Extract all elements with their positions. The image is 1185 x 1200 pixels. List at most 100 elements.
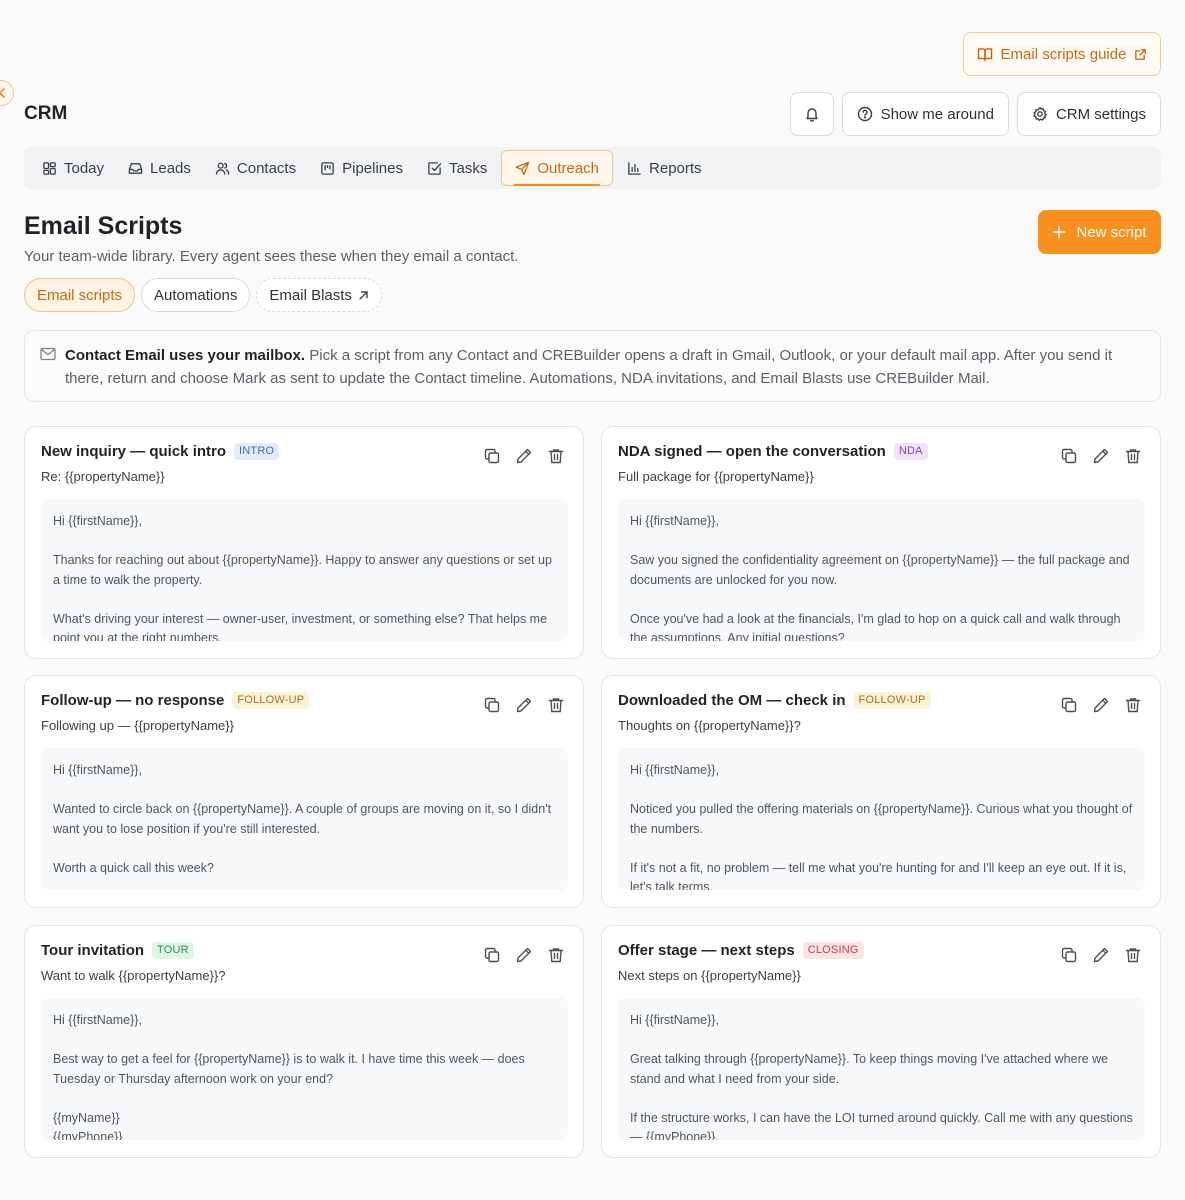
tab-reports[interactable]: Reports — [617, 151, 712, 185]
body-paragraph: If it's not a fit, no problem — tell me … — [630, 860, 1127, 891]
crm-settings-button[interactable]: CRM settings — [1016, 92, 1161, 136]
trash-icon[interactable] — [547, 447, 565, 465]
script-category-badge: FOLLOW-UP — [232, 692, 310, 709]
trash-icon[interactable] — [1124, 946, 1142, 964]
script-card[interactable]: Downloaded the OM — check in FOLLOW-UP T… — [601, 675, 1161, 908]
tab-label: Leads — [150, 159, 191, 177]
copy-icon[interactable] — [1060, 696, 1078, 714]
script-body-preview: Hi {{firstName}}, Noticed you pulled the… — [618, 748, 1145, 890]
tab-pipelines[interactable]: Pipelines — [310, 151, 413, 185]
bell-icon — [804, 106, 820, 122]
tab-outreach[interactable]: Outreach — [501, 150, 614, 186]
body-paragraph: Hi {{firstName}}, — [53, 514, 142, 528]
script-subject: Full package for {{propertyName}} — [618, 469, 814, 484]
main-tabs: Today Leads Contacts Pipelines Tasks Out… — [24, 147, 1161, 189]
body-paragraph: What's driving your interest — owner-use… — [53, 611, 548, 642]
copy-icon[interactable] — [483, 946, 501, 964]
tab-label: Today — [64, 159, 105, 177]
script-subject: Want to walk {{propertyName}}? — [41, 968, 226, 983]
script-subject: Thoughts on {{propertyName}}? — [618, 718, 801, 733]
copy-icon[interactable] — [1060, 946, 1078, 964]
outreach-subtabs: Email scripts Automations Email Blasts — [24, 278, 382, 312]
pencil-icon[interactable] — [1092, 946, 1110, 964]
tab-label: Outreach — [537, 159, 600, 177]
dashboard-icon — [42, 161, 57, 176]
script-category-badge: FOLLOW-UP — [853, 692, 931, 709]
script-subject: Re: {{propertyName}} — [41, 469, 165, 484]
trash-icon[interactable] — [547, 946, 565, 964]
header-actions: Show me around CRM settings — [789, 92, 1161, 136]
inbox-icon — [128, 161, 143, 176]
email-scripts-guide-button[interactable]: Email scripts guide — [963, 32, 1161, 76]
kanban-icon — [320, 161, 335, 176]
copy-icon[interactable] — [483, 696, 501, 714]
notice-heading: Contact Email uses your mailbox. — [65, 347, 306, 364]
pencil-icon[interactable] — [1092, 447, 1110, 465]
body-paragraph: Wanted to circle back on {{propertyName}… — [53, 802, 552, 836]
gear-icon — [1032, 106, 1048, 122]
pencil-icon[interactable] — [515, 696, 533, 714]
show-me-around-label: Show me around — [880, 105, 994, 123]
users-icon — [215, 161, 230, 176]
script-title: NDA signed — open the conversation — [618, 443, 886, 460]
script-card[interactable]: Offer stage — next steps CLOSING Next st… — [601, 925, 1161, 1158]
subtab-label: Automations — [154, 286, 238, 304]
subtab-email-scripts[interactable]: Email scripts — [24, 278, 136, 312]
script-body-preview: Hi {{firstName}}, Best way to get a feel… — [41, 998, 568, 1140]
body-paragraph: If the structure works, I can have the L… — [630, 1110, 1133, 1141]
tab-tasks[interactable]: Tasks — [417, 151, 497, 185]
trash-icon[interactable] — [547, 696, 565, 714]
pencil-icon[interactable] — [1092, 696, 1110, 714]
body-paragraph: Hi {{firstName}}, — [630, 1013, 719, 1027]
pencil-icon[interactable] — [515, 447, 533, 465]
tab-leads[interactable]: Leads — [118, 151, 201, 185]
body-paragraph: Best way to get a feel for {{propertyNam… — [53, 1052, 525, 1086]
app-title: CRM — [24, 103, 68, 124]
plus-icon — [1052, 225, 1066, 239]
subtab-automations[interactable]: Automations — [141, 278, 251, 312]
tab-contacts[interactable]: Contacts — [205, 151, 306, 185]
script-card[interactable]: New inquiry — quick intro INTRO Re: {{pr… — [24, 426, 584, 659]
script-subject: Following up — {{propertyName}} — [41, 718, 234, 733]
body-paragraph: Once you've had a look at the financials… — [630, 611, 1121, 642]
notifications-button[interactable] — [789, 92, 834, 136]
new-script-button[interactable]: New script — [1038, 210, 1161, 254]
script-title: New inquiry — quick intro — [41, 443, 227, 460]
body-paragraph: Thanks for reaching out about {{property… — [53, 553, 552, 587]
copy-icon[interactable] — [1060, 447, 1078, 465]
script-body-preview: Hi {{firstName}}, Saw you signed the con… — [618, 499, 1145, 641]
body-paragraph: {{myName}} {{myPhone}} — [53, 1110, 123, 1141]
script-title: Offer stage — next steps — [618, 942, 795, 959]
subtab-label: Email Blasts — [269, 286, 352, 304]
script-card[interactable]: Follow-up — no response FOLLOW-UP Follow… — [24, 675, 584, 908]
body-paragraph: Hi {{firstName}}, — [630, 514, 719, 528]
mail-icon — [40, 347, 56, 361]
crm-settings-label: CRM settings — [1055, 105, 1146, 123]
copy-icon[interactable] — [483, 447, 501, 465]
body-paragraph: Great talking through {{propertyName}}. … — [630, 1052, 1109, 1086]
arrow-up-right-icon — [358, 290, 369, 301]
trash-icon[interactable] — [1124, 696, 1142, 714]
script-card[interactable]: Tour invitation TOUR Want to walk {{prop… — [24, 925, 584, 1158]
script-body-preview: Hi {{firstName}}, Thanks for reaching ou… — [41, 499, 568, 641]
body-paragraph: Hi {{firstName}}, — [630, 763, 719, 777]
script-category-badge: TOUR — [152, 942, 194, 959]
mailbox-notice: Contact Email uses your mailbox. Pick a … — [24, 330, 1161, 402]
pencil-icon[interactable] — [515, 946, 533, 964]
script-card[interactable]: NDA signed — open the conversation NDA F… — [601, 426, 1161, 659]
subtab-email-blasts[interactable]: Email Blasts — [256, 278, 382, 312]
script-body-preview: Hi {{firstName}}, Wanted to circle back … — [41, 748, 568, 890]
sidebar-toggle[interactable] — [0, 80, 14, 106]
script-title: Tour invitation — [41, 942, 145, 959]
script-title: Downloaded the OM — check in — [618, 692, 846, 709]
guide-label: Email scripts guide — [1000, 45, 1127, 63]
script-title: Follow-up — no response — [41, 692, 225, 709]
bar-chart-icon — [627, 161, 642, 176]
page-title: Email Scripts — [24, 212, 183, 240]
checkbox-icon — [427, 161, 442, 176]
book-open-icon — [977, 46, 993, 62]
show-me-around-button[interactable]: Show me around — [841, 92, 1009, 136]
trash-icon[interactable] — [1124, 447, 1142, 465]
tab-today[interactable]: Today — [32, 151, 114, 185]
tab-label: Reports — [649, 159, 702, 177]
